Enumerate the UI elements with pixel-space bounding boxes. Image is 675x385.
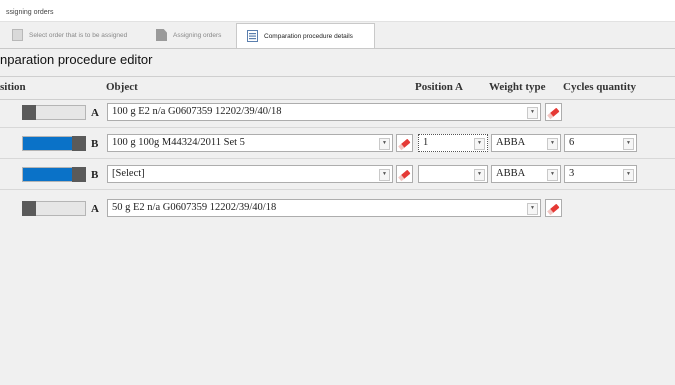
table-row: B 100 g 100g M44324/2011 Set 5 ▼ 1 ▼ ABB… bbox=[0, 130, 675, 159]
cycles-combo[interactable]: 3 ▼ bbox=[564, 165, 637, 183]
eraser-icon bbox=[400, 169, 411, 180]
page-title: nparation procedure editor bbox=[0, 52, 153, 67]
chevron-down-icon[interactable]: ▼ bbox=[474, 169, 485, 181]
col-position: sition bbox=[0, 81, 26, 93]
object-value: 100 g 100g M44324/2011 Set 5 bbox=[112, 137, 245, 148]
position-letter: B bbox=[91, 169, 99, 181]
object-value: [Select] bbox=[112, 168, 145, 179]
window-title: ssigning orders bbox=[6, 9, 54, 16]
form-icon bbox=[247, 30, 258, 42]
object-value: 100 g E2 n/a G0607359 12202/39/40/18 bbox=[112, 106, 282, 117]
weight-type-value: ABBA bbox=[496, 168, 526, 179]
object-combo[interactable]: 100 g E2 n/a G0607359 12202/39/40/18 ▼ bbox=[107, 103, 541, 121]
position-letter: B bbox=[91, 138, 99, 150]
eraser-icon bbox=[549, 203, 560, 214]
table-row: B [Select] ▼ ▼ ABBA ▼ 3 ▼ bbox=[0, 161, 675, 190]
position-toggle[interactable] bbox=[22, 167, 86, 182]
col-position-a: Position A bbox=[415, 81, 463, 93]
weight-type-combo[interactable]: ABBA ▼ bbox=[491, 165, 561, 183]
clear-button[interactable] bbox=[545, 103, 562, 121]
weight-type-value: ABBA bbox=[496, 137, 526, 148]
chevron-down-icon[interactable]: ▼ bbox=[474, 138, 485, 150]
chevron-down-icon[interactable]: ▼ bbox=[623, 169, 634, 181]
object-combo[interactable]: [Select] ▼ bbox=[107, 165, 393, 183]
toggle-knob[interactable] bbox=[72, 167, 86, 182]
clear-button[interactable] bbox=[396, 165, 413, 183]
eraser-icon bbox=[400, 138, 411, 149]
tab-select-order[interactable]: Select order that is to be assigned bbox=[0, 24, 148, 46]
cycles-combo[interactable]: 6 ▼ bbox=[564, 134, 637, 152]
col-object: Object bbox=[106, 81, 138, 93]
position-letter: A bbox=[91, 203, 99, 215]
object-combo[interactable]: 50 g E2 n/a G0607359 12202/39/40/18 ▼ bbox=[107, 199, 541, 217]
tab-strip: Select order that is to be assigned Assi… bbox=[0, 22, 675, 49]
toggle-knob[interactable] bbox=[22, 105, 36, 120]
position-a-combo[interactable]: ▼ bbox=[418, 165, 488, 183]
chevron-down-icon[interactable]: ▼ bbox=[527, 107, 538, 119]
position-toggle[interactable] bbox=[22, 105, 86, 120]
table-row: A 100 g E2 n/a G0607359 12202/39/40/18 ▼ bbox=[0, 99, 675, 128]
clear-button[interactable] bbox=[396, 134, 413, 152]
position-a-combo[interactable]: 1 ▼ bbox=[418, 134, 488, 152]
chevron-down-icon[interactable]: ▼ bbox=[379, 138, 390, 150]
chevron-down-icon[interactable]: ▼ bbox=[547, 169, 558, 181]
cycles-value: 3 bbox=[569, 168, 575, 179]
position-letter: A bbox=[91, 107, 99, 119]
chevron-down-icon[interactable]: ▼ bbox=[527, 203, 538, 215]
tab-label: Assigning orders bbox=[173, 31, 222, 39]
toggle-knob[interactable] bbox=[22, 201, 36, 216]
tab-assigning-orders[interactable]: Assigning orders bbox=[152, 24, 236, 46]
box-icon bbox=[156, 29, 167, 41]
chevron-down-icon[interactable]: ▼ bbox=[623, 138, 634, 150]
document-icon bbox=[12, 29, 23, 41]
cycles-value: 6 bbox=[569, 137, 575, 148]
chevron-down-icon[interactable]: ▼ bbox=[379, 169, 390, 181]
table-row: A 50 g E2 n/a G0607359 12202/39/40/18 ▼ bbox=[0, 195, 675, 223]
object-value: 50 g E2 n/a G0607359 12202/39/40/18 bbox=[112, 202, 277, 213]
col-cycles-quantity: Cycles quantity bbox=[563, 81, 637, 93]
window-titlebar: ssigning orders bbox=[0, 0, 675, 22]
clear-button[interactable] bbox=[545, 199, 562, 217]
column-header: sition Object Position A Weight type Cyc… bbox=[0, 76, 675, 100]
position-toggle[interactable] bbox=[22, 201, 86, 216]
chevron-down-icon[interactable]: ▼ bbox=[547, 138, 558, 150]
col-weight-type: Weight type bbox=[489, 81, 546, 93]
position-a-value: 1 bbox=[423, 137, 429, 148]
toggle-knob[interactable] bbox=[72, 136, 86, 151]
eraser-icon bbox=[549, 107, 560, 118]
tab-label: Comparation procedure details bbox=[264, 32, 353, 40]
position-toggle[interactable] bbox=[22, 136, 86, 151]
weight-type-combo[interactable]: ABBA ▼ bbox=[491, 134, 561, 152]
tab-label: Select order that is to be assigned bbox=[29, 31, 128, 39]
object-combo[interactable]: 100 g 100g M44324/2011 Set 5 ▼ bbox=[107, 134, 393, 152]
tab-comparation-details[interactable]: Comparation procedure details bbox=[236, 23, 375, 48]
